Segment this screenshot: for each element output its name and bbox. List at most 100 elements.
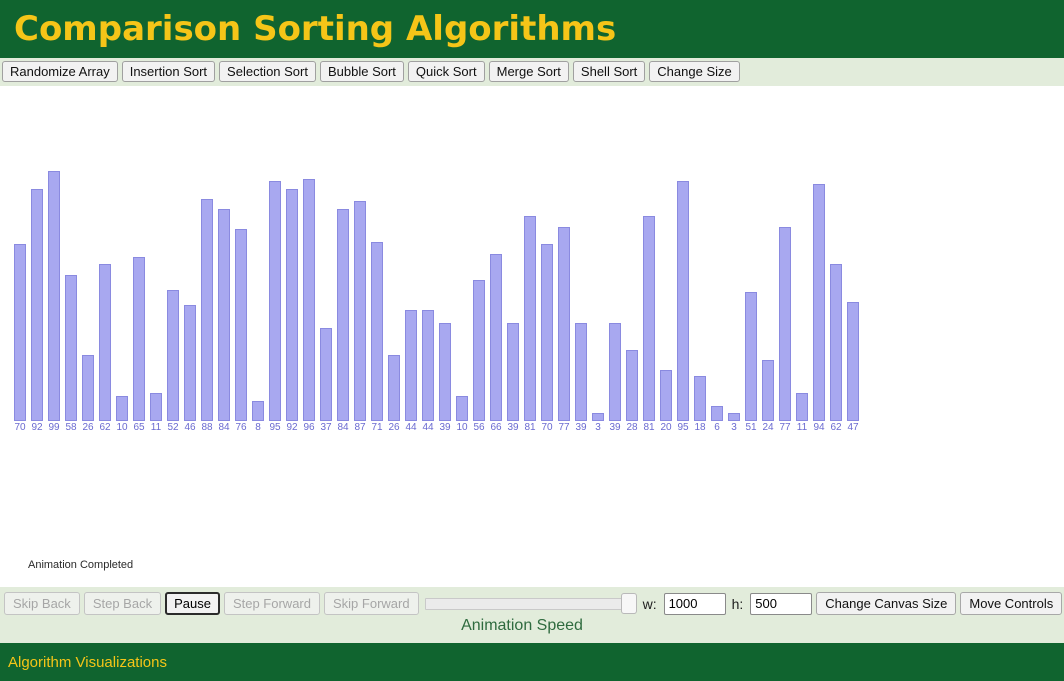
animation-speed-slider-track: [424, 598, 625, 610]
bar-column: [14, 171, 26, 421]
bar-column: [626, 171, 638, 421]
bar: [439, 323, 451, 421]
bar-column: [507, 171, 519, 421]
bar-column: [320, 171, 332, 421]
bar: [473, 280, 485, 421]
visualization-canvas[interactable]: 70 92 99 58 26 62 10 65 11 52 46 88 84 76 8 95 92 96 37 84 8…: [0, 86, 1064, 587]
bubble-sort-button[interactable]: Bubble Sort: [319, 61, 404, 82]
bar: [218, 209, 230, 421]
bar-value-label: 47: [847, 422, 859, 433]
bar: [371, 242, 383, 421]
bar-column: [456, 171, 468, 421]
bar-value-label: 96: [303, 422, 315, 433]
bar: [150, 393, 162, 421]
bar: [99, 264, 111, 421]
bar-column: [728, 171, 740, 421]
bar: [286, 189, 298, 421]
app-header: Comparison Sorting Algorithms: [0, 0, 1064, 58]
playback-button-group: Skip Back Step Back Pause Step Forward Skip …: [4, 592, 419, 615]
bar-value-label: 92: [286, 422, 298, 433]
bar-value-label: 26: [388, 422, 400, 433]
bar: [490, 254, 502, 421]
bar-column: [201, 171, 213, 421]
bar-value-label: 20: [660, 422, 672, 433]
bar-chart-bars: [14, 171, 859, 421]
bar-column: [184, 171, 196, 421]
bar: [14, 244, 26, 421]
bar-column: [82, 171, 94, 421]
bar-column: [779, 171, 791, 421]
bar: [847, 302, 859, 421]
bar-column: [337, 171, 349, 421]
bar-chart-value-labels: 70 92 99 58 26 62 10 65 11 52 46 88 84 76 8 95 92 96 37 84 8…: [14, 422, 859, 433]
bar: [116, 396, 128, 421]
canvas-width-input[interactable]: [663, 592, 726, 615]
bar-column: [558, 171, 570, 421]
bar-column: [796, 171, 808, 421]
bar: [694, 376, 706, 421]
bar-column: [218, 171, 230, 421]
bar-column: [439, 171, 451, 421]
bar-column: [575, 171, 587, 421]
bar-value-label: 62: [99, 422, 111, 433]
randomize-array-button[interactable]: Randomize Array: [2, 61, 118, 82]
step-back-button: Step Back: [83, 592, 162, 615]
bar: [592, 413, 604, 421]
bar-value-label: 11: [150, 422, 162, 433]
bar-column: [422, 171, 434, 421]
bar: [65, 275, 77, 421]
move-controls-button[interactable]: Move Controls: [960, 592, 1063, 615]
bar-value-label: 70: [541, 422, 553, 433]
bar-column: [48, 171, 60, 421]
bar-value-label: 95: [677, 422, 689, 433]
bar-column: [813, 171, 825, 421]
bar-column: [405, 171, 417, 421]
bar: [48, 171, 60, 421]
animation-speed-slider-thumb[interactable]: [620, 593, 637, 614]
bar: [796, 393, 808, 421]
bar-value-label: 88: [201, 422, 213, 433]
bar: [609, 323, 621, 421]
bar-value-label: 3: [595, 422, 601, 433]
pause-button[interactable]: Pause: [165, 592, 220, 615]
bar-value-label: 39: [609, 422, 621, 433]
quick-sort-button[interactable]: Quick Sort: [407, 61, 485, 82]
bar-chart: 70 92 99 58 26 62 10 65 11 52 46 88 84 76 8 95 92 96 37 84 8…: [14, 86, 1064, 587]
bar-column: [99, 171, 111, 421]
app-footer: Algorithm Visualizations: [0, 643, 1064, 681]
bar: [711, 406, 723, 421]
algorithm-toolbar: Randomize Array Insertion Sort Selection S…: [0, 58, 1064, 86]
bar-value-label: 18: [694, 422, 706, 433]
bar-value-label: 44: [422, 422, 434, 433]
footer-title: Algorithm Visualizations: [8, 653, 167, 671]
selection-sort-button[interactable]: Selection Sort: [219, 61, 316, 82]
shell-sort-button[interactable]: Shell Sort: [572, 61, 646, 82]
bar: [456, 396, 468, 421]
animation-status-text: Animation Completed: [28, 559, 134, 571]
merge-sort-button[interactable]: Merge Sort: [488, 61, 569, 82]
canvas-height-input[interactable]: [750, 592, 813, 615]
bar-value-label: 8: [255, 422, 261, 433]
bar-value-label: 84: [218, 422, 230, 433]
bar-column: [286, 171, 298, 421]
insertion-sort-button[interactable]: Insertion Sort: [121, 61, 216, 82]
bar-value-label: 3: [731, 422, 737, 433]
bar-value-label: 77: [558, 422, 570, 433]
bar-value-label: 81: [524, 422, 536, 433]
bar-column: [660, 171, 672, 421]
bar-value-label: 10: [116, 422, 128, 433]
bar: [303, 179, 315, 421]
bar: [201, 199, 213, 421]
bar-value-label: 58: [65, 422, 77, 433]
bar-column: [592, 171, 604, 421]
change-size-button[interactable]: Change Size: [649, 61, 740, 82]
bar-column: [694, 171, 706, 421]
bar-column: [303, 171, 315, 421]
animation-speed-slider[interactable]: [424, 592, 637, 615]
bar: [813, 184, 825, 421]
page-title: Comparison Sorting Algorithms: [14, 9, 617, 49]
bar-value-label: 44: [405, 422, 417, 433]
skip-back-button: Skip Back: [4, 592, 80, 615]
bar-column: [473, 171, 485, 421]
change-canvas-size-button[interactable]: Change Canvas Size: [816, 592, 957, 615]
